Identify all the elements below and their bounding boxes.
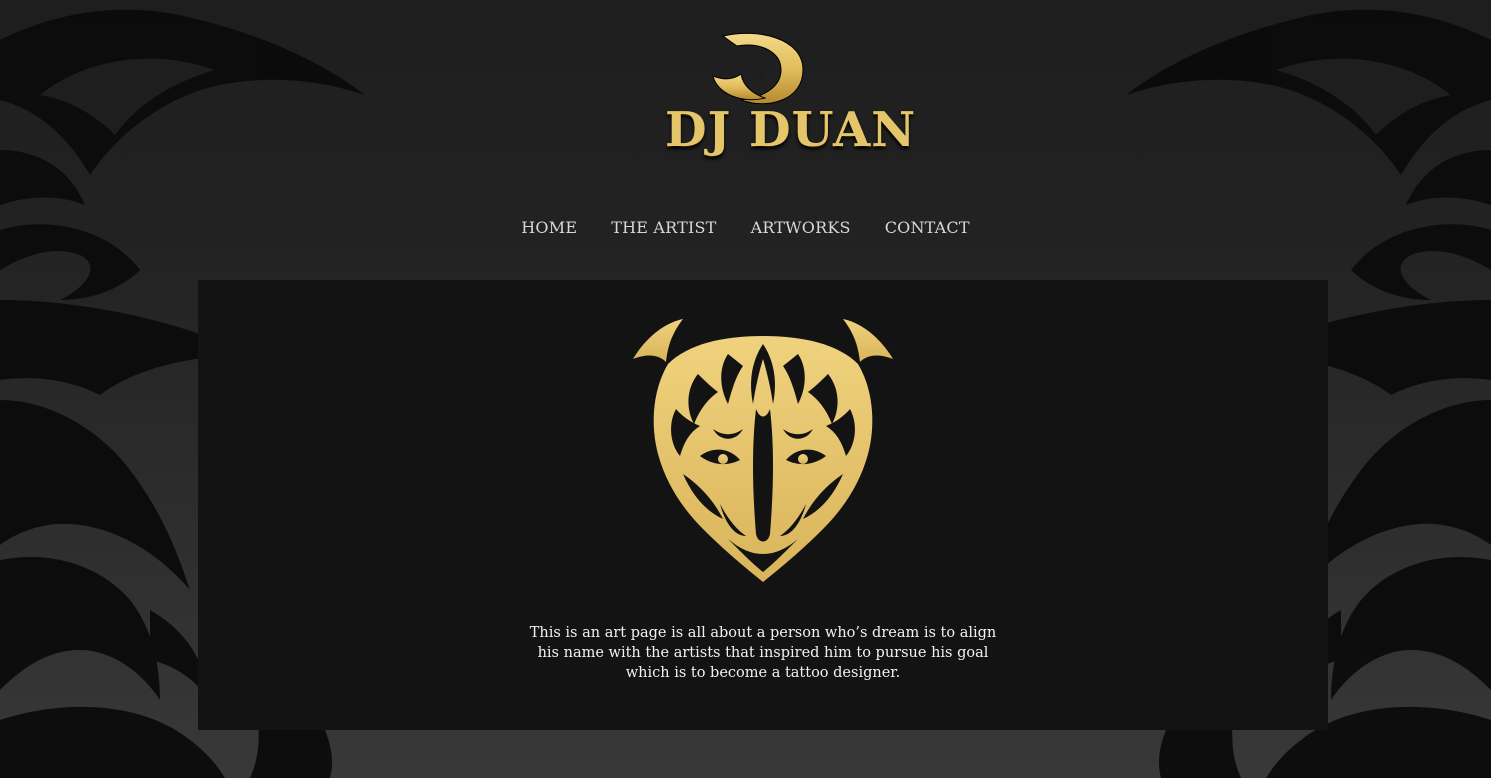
main-nav: HOME THE ARTIST ARTWORKS CONTACT bbox=[0, 218, 1491, 237]
nav-home[interactable]: HOME bbox=[521, 218, 577, 237]
artist-description: This is an art page is all about a perso… bbox=[529, 625, 997, 681]
nav-artworks[interactable]: ARTWORKS bbox=[751, 218, 851, 237]
tribal-tiger-head-icon bbox=[633, 319, 893, 582]
content-panel: This is an art page is all about a perso… bbox=[198, 280, 1328, 730]
nav-the-artist[interactable]: THE ARTIST bbox=[611, 218, 716, 237]
nav-contact[interactable]: CONTACT bbox=[885, 218, 970, 237]
logo-wordmark: DJ DUAN bbox=[665, 102, 917, 158]
dj-monogram-icon bbox=[712, 32, 804, 105]
site-logo[interactable]: DJ DUAN bbox=[665, 22, 917, 162]
